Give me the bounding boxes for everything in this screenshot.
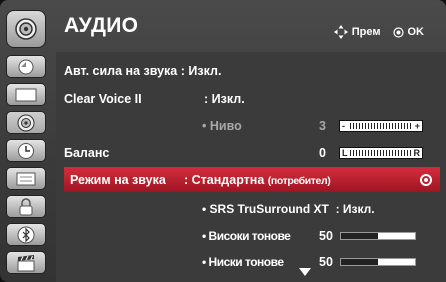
bass-label: Ниски тонове xyxy=(208,255,284,269)
bluetooth-icon xyxy=(17,226,35,243)
treble-bullet: • xyxy=(202,229,206,243)
srs-label: SRS TruSurround XT xyxy=(209,202,329,216)
level-label: Ниво xyxy=(209,119,242,133)
move-arrows-icon xyxy=(333,25,348,39)
level-value: 3 xyxy=(319,119,326,133)
srs-row[interactable]: • SRS TruSurround XT : Изкл. xyxy=(202,202,375,216)
bass-value: 50 xyxy=(319,255,333,269)
sidebar-item-time[interactable] xyxy=(6,139,46,162)
treble-bar[interactable] xyxy=(340,232,416,240)
bass-bullet: • xyxy=(202,255,206,269)
level-slider-ticks xyxy=(350,123,412,129)
sidebar xyxy=(0,55,50,282)
level-bullet: • xyxy=(202,119,207,133)
sidebar-item-lock[interactable] xyxy=(6,195,46,218)
screen-icon xyxy=(15,88,37,101)
treble-value: 50 xyxy=(319,229,333,243)
srs-bullet: • xyxy=(202,202,207,216)
clock-icon xyxy=(18,142,34,159)
audio-icon xyxy=(17,114,35,131)
audio-icon xyxy=(6,10,46,48)
navigation-hint: Прем OK xyxy=(333,25,425,39)
menu-content: Авт. сила на звука : Изкл. Clear Voice I… xyxy=(56,52,446,282)
sidebar-item-bluetooth[interactable] xyxy=(6,223,46,246)
header: АУДИО Прем OK xyxy=(0,0,446,50)
auto-volume-row[interactable]: Авт. сила на звука : Изкл. xyxy=(64,64,221,78)
sidebar-item-picture[interactable] xyxy=(6,55,46,78)
audio-menu-panel: АУДИО Прем OK Авт. сила на звука: Изкл.… xyxy=(0,0,446,282)
sidebar-item-options[interactable] xyxy=(6,167,46,190)
balance-value: 0 xyxy=(319,146,326,160)
bass-label-group[interactable]: • Ниски тонове xyxy=(202,255,284,269)
clear-voice-label[interactable]: Clear Voice II xyxy=(64,92,142,106)
clear-voice-value-group: : Изкл. xyxy=(204,92,245,106)
balance-label[interactable]: Баланс xyxy=(64,146,109,160)
sound-mode-value: Стандартна xyxy=(191,173,265,187)
sound-mode-value-suffix: (потребител) xyxy=(267,175,331,187)
hint-ok-label: OK xyxy=(407,26,425,38)
treble-label: Високи тонове xyxy=(208,229,291,243)
sidebar-item-audio[interactable] xyxy=(6,111,46,134)
clapperboard-icon xyxy=(17,254,35,271)
ok-button-icon xyxy=(392,26,404,38)
page-title: АУДИО xyxy=(64,14,139,37)
scroll-down-arrow-icon[interactable] xyxy=(299,268,311,276)
auto-volume-value: Изкл. xyxy=(188,64,222,78)
lock-icon xyxy=(19,197,33,215)
picture-icon xyxy=(18,59,34,74)
clear-voice-value: Изкл. xyxy=(211,92,245,106)
sidebar-item-screen[interactable] xyxy=(6,83,46,106)
level-label-group: • Ниво xyxy=(202,119,242,133)
auto-volume-sep: : xyxy=(180,64,185,78)
level-minus-label: - xyxy=(342,121,345,131)
bass-bar-fill xyxy=(341,259,378,265)
clear-voice-sep: : xyxy=(204,92,209,106)
bass-bar[interactable] xyxy=(340,258,416,266)
level-slider: - + xyxy=(339,120,423,132)
sound-mode-value-group: : Стандартна (потребител) xyxy=(184,173,331,187)
hint-move-label: Прем xyxy=(351,26,381,38)
srs-sep: : xyxy=(335,202,340,216)
sound-mode-label[interactable]: Режим на звука xyxy=(70,173,166,187)
treble-label-group[interactable]: • Високи тонове xyxy=(202,229,291,243)
srs-value: Изкл. xyxy=(342,202,375,216)
ok-select-icon[interactable] xyxy=(420,174,432,186)
level-plus-label: + xyxy=(414,121,420,131)
auto-volume-label: Авт. сила на звука xyxy=(64,64,178,78)
balance-slider-ticks xyxy=(350,150,412,156)
options-icon xyxy=(16,172,36,185)
balance-left-label: L xyxy=(342,148,348,158)
sound-mode-sep: : xyxy=(184,173,189,187)
sidebar-item-media[interactable] xyxy=(6,251,46,274)
treble-bar-fill xyxy=(341,233,378,239)
balance-right-label: R xyxy=(413,148,421,158)
balance-slider[interactable]: L R xyxy=(339,147,423,159)
